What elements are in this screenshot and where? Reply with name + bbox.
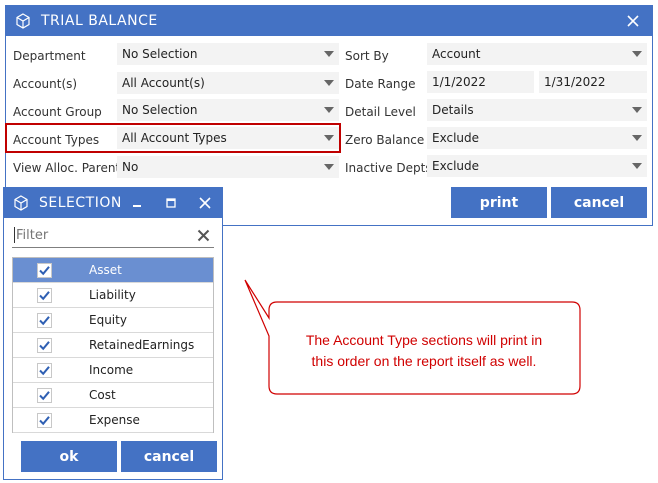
account-type-list: Asset Liability Equity RetainedEarnings Inco… [12, 257, 214, 433]
selection-cancel-button[interactable]: cancel [121, 441, 217, 472]
checkmark-icon [39, 366, 50, 376]
checkbox[interactable] [37, 313, 52, 328]
list-item[interactable]: Income [13, 358, 213, 383]
checkmark-icon [39, 416, 50, 426]
selection-titlebar: SELECTION [4, 188, 222, 218]
list-item-label: Income [89, 363, 134, 377]
close-icon[interactable] [196, 194, 214, 212]
list-item[interactable]: Expense [13, 408, 213, 433]
filter-field[interactable] [12, 224, 214, 248]
checkbox[interactable] [37, 388, 52, 403]
list-item-label: Asset [89, 263, 122, 277]
filter-input[interactable] [12, 224, 182, 246]
checkbox[interactable] [37, 263, 52, 278]
list-item[interactable]: RetainedEarnings [13, 333, 213, 358]
list-item-label: RetainedEarnings [89, 338, 195, 352]
list-item[interactable]: Asset [13, 258, 213, 283]
cube-icon [13, 195, 29, 211]
list-item[interactable]: Liability [13, 283, 213, 308]
list-item-label: Expense [89, 413, 140, 427]
list-item-label: Cost [89, 388, 116, 402]
checkbox[interactable] [37, 338, 52, 353]
list-item-label: Equity [89, 313, 127, 327]
checkmark-icon [39, 341, 50, 351]
minimize-icon[interactable] [128, 194, 146, 212]
checkmark-icon [39, 316, 50, 326]
list-item-label: Liability [89, 288, 136, 302]
callout-text: The Account Type sections will print in … [268, 330, 580, 372]
selection-title: SELECTION [39, 195, 122, 211]
maximize-icon[interactable] [162, 194, 180, 212]
callout-line-1: The Account Type sections will print in [305, 332, 543, 348]
clear-filter-icon[interactable] [197, 229, 210, 242]
ok-button[interactable]: ok [21, 441, 117, 472]
checkbox[interactable] [37, 413, 52, 428]
checkbox[interactable] [37, 288, 52, 303]
list-item[interactable]: Cost [13, 383, 213, 408]
checkbox[interactable] [37, 363, 52, 378]
callout-line-2: this order on the report itself as well. [311, 353, 537, 369]
list-item[interactable]: Equity [13, 308, 213, 333]
checkmark-icon [39, 391, 50, 401]
checkmark-icon [39, 266, 50, 276]
checkmark-icon [39, 291, 50, 301]
